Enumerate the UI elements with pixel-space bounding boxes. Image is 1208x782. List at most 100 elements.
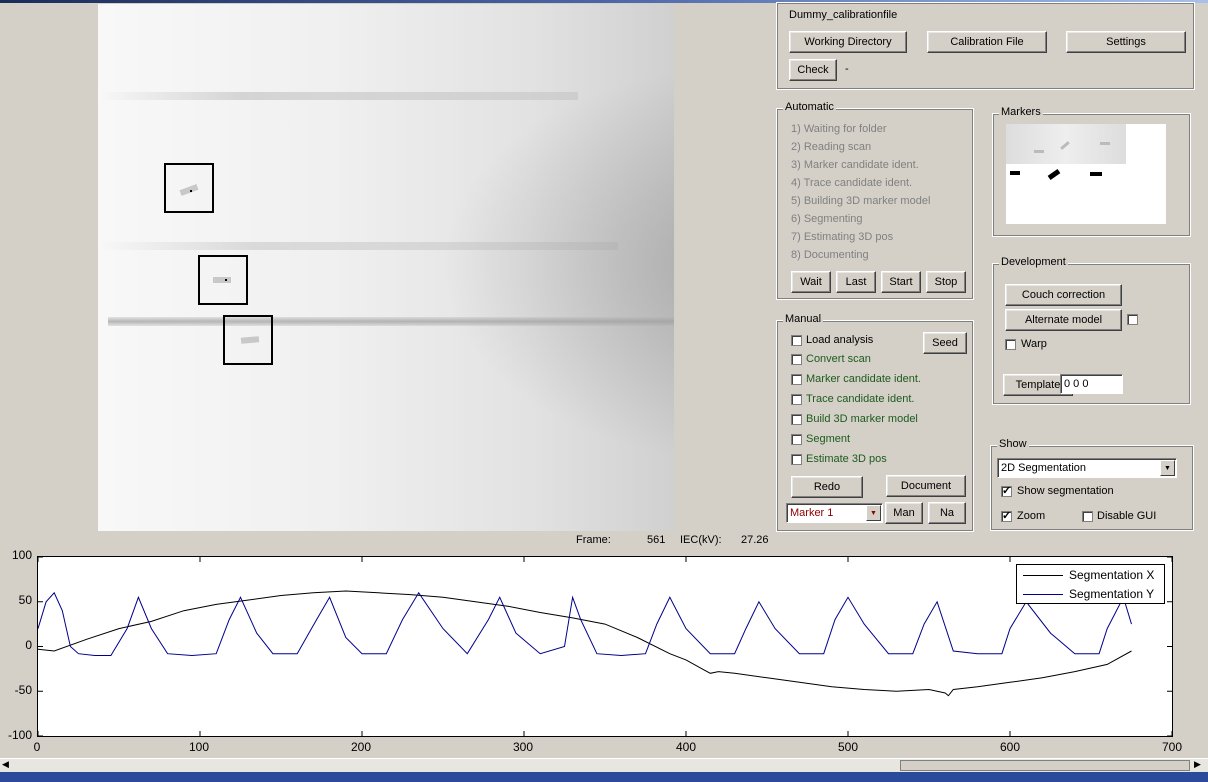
last-button[interactable]: Last [836, 271, 876, 293]
automatic-step: 8) Documenting [791, 249, 869, 261]
image-streak [98, 92, 578, 100]
legend-line-y [1023, 594, 1063, 595]
scroll-left-icon[interactable]: ◀ [2, 759, 9, 770]
alternate-model-button[interactable]: Alternate model [1005, 309, 1122, 331]
x-tick-label: 300 [512, 740, 534, 754]
working-directory-button[interactable]: Working Directory [789, 31, 907, 53]
check-status: - [845, 63, 849, 75]
stop-button[interactable]: Stop [926, 271, 966, 293]
start-button[interactable]: Start [881, 271, 921, 293]
trace-candidate-checkbox[interactable] [791, 394, 802, 405]
image-streak [98, 242, 618, 250]
zoom-checkbox[interactable] [1001, 509, 1012, 522]
trace-candidate-label: Trace candidate ident. [806, 393, 915, 405]
chevron-down-icon[interactable]: ▼ [1160, 460, 1175, 476]
segment-label: Segment [806, 433, 851, 445]
calibration-name: Dummy_calibrationfile [789, 9, 898, 21]
warp-label: Warp [1021, 338, 1047, 350]
development-panel: Development Couch correction Alternate m… [992, 256, 1191, 405]
automatic-step: 1) Waiting for folder [791, 123, 887, 135]
config-panel: Dummy_calibrationfile Working Directory … [776, 2, 1195, 90]
estimate-3d-pos-checkbox[interactable] [791, 454, 802, 465]
automatic-panel: Automatic 1) Waiting for folder 2) Readi… [776, 101, 974, 300]
view-select[interactable]: 2D Segmentation ▼ [997, 458, 1177, 478]
x-tick-label: 500 [837, 740, 859, 754]
warp-checkbox[interactable] [1005, 339, 1016, 350]
y-tick-label: -50 [14, 683, 32, 697]
marker-candidate-checkbox[interactable] [791, 374, 802, 385]
settings-button[interactable]: Settings [1066, 31, 1186, 53]
show-segmentation-label: Show segmentation [1017, 485, 1114, 497]
x-tick-label: 0 [33, 740, 41, 754]
na-button[interactable]: Na [928, 502, 966, 524]
marker-box-3[interactable] [223, 315, 273, 365]
calibration-file-button[interactable]: Calibration File [927, 31, 1047, 53]
xray-image-viewer[interactable] [98, 4, 674, 531]
check-button[interactable]: Check [789, 59, 837, 81]
scroll-right-icon[interactable]: ▶ [1194, 759, 1201, 770]
iec-label: IEC(kV): [680, 534, 722, 546]
manual-title: Manual [783, 313, 824, 325]
automatic-step: 4) Trace candidate ident. [791, 177, 913, 189]
build-3d-model-checkbox[interactable] [791, 414, 802, 425]
development-title: Development [999, 256, 1068, 268]
build-3d-model-label: Build 3D marker model [806, 413, 918, 425]
y-tick-label: 100 [11, 548, 32, 562]
load-analysis-label: Load analysis [806, 334, 874, 346]
image-rod [108, 317, 674, 326]
marker-box-1[interactable] [164, 163, 214, 213]
iec-value: 27.26 [741, 534, 769, 546]
automatic-step: 3) Marker candidate ident. [791, 159, 919, 171]
show-segmentation-checkbox[interactable] [1001, 484, 1012, 497]
segmentation-plot[interactable] [37, 556, 1173, 737]
automatic-title: Automatic [783, 101, 836, 113]
plot-svg [38, 557, 1172, 736]
frame-value: 561 [647, 534, 666, 546]
y-tick-label: 50 [18, 593, 32, 607]
horizontal-scrollbar[interactable]: ◀ ▶ [0, 758, 1208, 772]
load-analysis-checkbox[interactable] [791, 335, 802, 346]
marker-select[interactable]: Marker 1 ▼ [786, 503, 883, 523]
markers-preview [1006, 124, 1166, 224]
zoom-label: Zoom [1017, 510, 1046, 522]
os-taskbar [0, 772, 1208, 782]
automatic-step: 6) Segmenting [791, 213, 863, 225]
frame-label: Frame: [576, 534, 611, 546]
show-panel: Show 2D Segmentation ▼ Show segmentation… [990, 438, 1194, 531]
automatic-step: 2) Reading scan [791, 141, 872, 153]
legend-line-x [1023, 575, 1063, 576]
x-tick-label: 100 [188, 740, 210, 754]
legend-label-y: Segmentation Y [1069, 587, 1155, 601]
legend-label-x: Segmentation X [1069, 568, 1155, 582]
x-tick-label: 200 [350, 740, 372, 754]
wait-button[interactable]: Wait [791, 271, 831, 293]
automatic-step: 5) Building 3D marker model [791, 195, 931, 207]
series-line-segmentation-y [38, 591, 1132, 657]
estimate-3d-pos-label: Estimate 3D pos [806, 453, 887, 465]
alternate-model-checkbox[interactable] [1127, 314, 1138, 325]
chevron-down-icon[interactable]: ▼ [866, 505, 881, 521]
disable-gui-checkbox[interactable] [1082, 511, 1093, 522]
man-button[interactable]: Man [885, 502, 923, 524]
manual-panel: Manual Load analysis Seed Convert scan M… [776, 313, 974, 532]
y-tick-label: 0 [25, 638, 32, 652]
segment-checkbox[interactable] [791, 434, 802, 445]
template-field[interactable]: 0 0 0 [1060, 374, 1123, 394]
document-button[interactable]: Document [886, 475, 966, 497]
couch-correction-button[interactable]: Couch correction [1005, 284, 1122, 306]
x-tick-label: 400 [675, 740, 697, 754]
markers-panel: Markers [992, 106, 1191, 237]
markers-title: Markers [999, 106, 1043, 118]
convert-scan-label: Convert scan [806, 353, 871, 365]
automatic-step: 7) Estimating 3D pos [791, 231, 894, 243]
marker-candidate-label: Marker candidate ident. [806, 373, 921, 385]
x-tick-label: 600 [999, 740, 1021, 754]
redo-button[interactable]: Redo [791, 476, 863, 498]
plot-legend: Segmentation X Segmentation Y [1016, 564, 1165, 604]
seed-button[interactable]: Seed [923, 332, 967, 354]
convert-scan-checkbox[interactable] [791, 354, 802, 365]
scroll-thumb[interactable] [900, 760, 1190, 771]
disable-gui-label: Disable GUI [1097, 510, 1157, 522]
marker-select-value: Marker 1 [790, 507, 834, 519]
marker-box-2[interactable] [198, 255, 248, 305]
